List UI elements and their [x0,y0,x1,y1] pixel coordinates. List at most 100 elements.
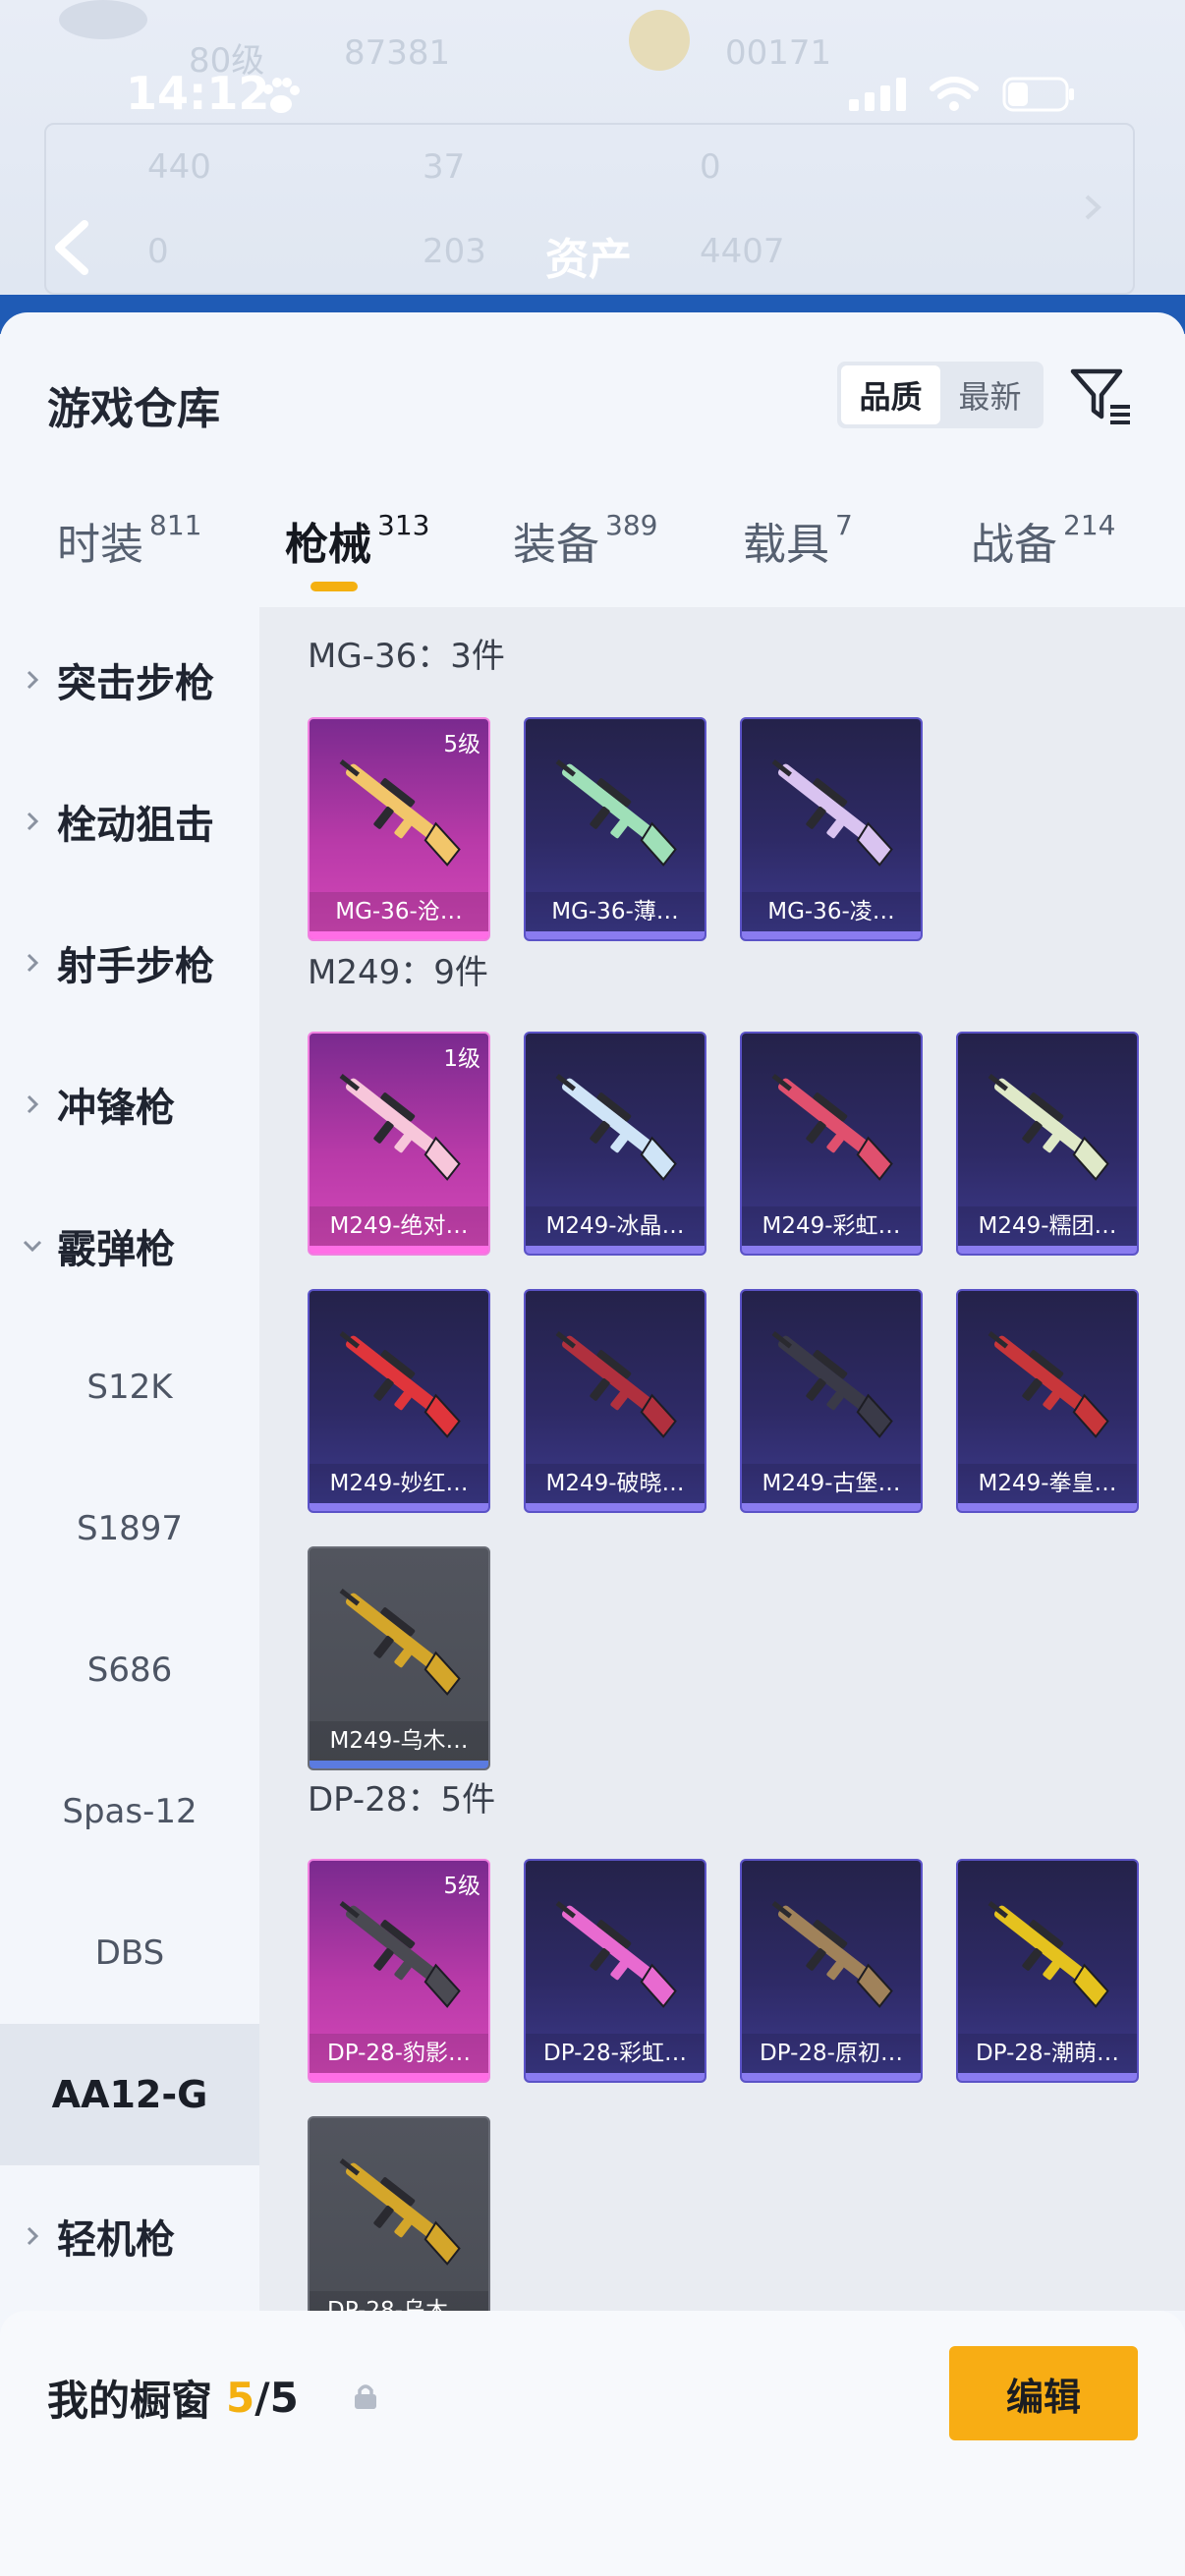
background-avatar [59,0,147,39]
sidebar-item-marksman-rifle[interactable]: 射手步枪 [0,892,259,1034]
rarity-bar [310,1503,488,1511]
weapon-card[interactable]: DP-28-彩虹… [524,1859,706,2083]
background-stat-5: 203 [423,232,486,271]
sidebar-item-label: 冲锋枪 [57,1086,175,1131]
background-score: 87381 [344,33,451,73]
wifi-icon [930,77,979,116]
tab-label: 装备 [513,520,599,570]
tab-count: 389 [605,509,658,541]
weapon-grid: MG-36：3件 M249：9件 DP-28：5件 5级 MG-36-沧… MG-3… [259,607,1185,2311]
tab-supplies[interactable]: 战备 214 [971,509,1115,572]
rarity-bar [958,2073,1137,2081]
sidebar-item-shotgun[interactable]: 霰弹枪 [0,1175,259,1316]
weapon-card[interactable]: M249-糯团… [956,1032,1139,1256]
sort-toggle: 品质 最新 [837,362,1044,428]
sort-newest-button[interactable]: 最新 [940,365,1040,424]
weapon-icon [339,1901,461,2008]
rarity-bar [526,1246,705,1254]
weapon-card[interactable]: MG-36-凌… [740,717,923,941]
edit-button[interactable]: 编辑 [949,2346,1138,2440]
weapon-name: M249-古堡… [742,1464,921,1503]
weapon-name: DP-28-潮萌… [958,2034,1137,2073]
chevron-right-icon [27,670,39,690]
weapon-name: DP-28-彩虹… [526,2034,705,2073]
rarity-bar [310,931,488,939]
category-tabs: 时装 811 枪械 313 装备 389 载具 7 战备 214 [0,509,1185,597]
weapon-card[interactable]: M249-冰晶… [524,1032,706,1256]
sidebar-item-smg[interactable]: 冲锋枪 [0,1034,259,1175]
weapon-icon [555,1331,677,1438]
back-chevron-icon[interactable] [49,218,94,277]
weapon-level-badge: 1级 [443,1046,480,1072]
weapon-icon [555,1074,677,1181]
weapon-card[interactable]: M249-古堡… [740,1289,923,1513]
sidebar-item-label: 霰弹枪 [57,1227,175,1272]
weapon-type-sidebar: 突击步枪 栓动狙击 射手步枪 冲锋枪 霰弹枪 S12K S1897 S686 S… [0,607,259,2311]
showcase-current-count: 5 [226,2374,255,2422]
weapon-icon [771,1901,893,2008]
weapon-card[interactable]: 5级 DP-28-豹影… [308,1859,490,2083]
status-icons [849,77,1077,116]
tab-label: 枪械 [285,520,371,570]
rarity-bar [310,1246,488,1254]
weapon-card[interactable]: DP-28-潮萌… [956,1859,1139,2083]
weapon-card[interactable]: M249-彩虹… [740,1032,923,1256]
weapon-card[interactable]: DP-28-乌木… [308,2116,490,2311]
rarity-bar [742,1503,921,1511]
chevron-right-icon [27,812,39,831]
app-root: 80级 87381 00171 440 37 0 0 203 4407 14:1… [0,0,1185,2576]
sidebar-subitem-s686[interactable]: S686 [0,1599,259,1741]
tab-label: 载具 [743,520,829,570]
filter-icon[interactable] [1069,364,1134,428]
weapon-name: M249-拳皇… [958,1464,1137,1503]
sidebar-subitem-s12k[interactable]: S12K [0,1316,259,1458]
weapon-icon [339,1589,461,1696]
sidebar-item-lmg[interactable]: 轻机枪 [0,2165,259,2307]
tab-label: 时装 [57,520,143,570]
rarity-bar [310,1761,488,1768]
weapon-icon [339,1331,461,1438]
sidebar-subitem-s1897[interactable]: S1897 [0,1458,259,1599]
showcase-label: 我的橱窗 [47,2377,213,2425]
weapon-card[interactable]: M249-妙红… [308,1289,490,1513]
sidebar-subitem-dbs[interactable]: DBS [0,1882,259,2024]
weapon-card[interactable]: M249-破晓… [524,1289,706,1513]
weapon-icon [771,1331,893,1438]
weapon-card[interactable]: M249-拳皇… [956,1289,1139,1513]
weapon-card[interactable]: 1级 M249-绝对… [308,1032,490,1256]
weapon-card[interactable]: DP-28-原初… [740,1859,923,2083]
chevron-right-icon [27,953,39,973]
sidebar-item-label: 栓动狙击 [57,803,214,848]
weapon-level-badge: 5级 [443,1874,480,1899]
tab-firearms[interactable]: 枪械 313 [285,509,429,572]
weapon-icon [988,1074,1109,1181]
tab-count: 313 [377,509,430,541]
weapon-icon [771,1074,893,1181]
rarity-bar [742,2073,921,2081]
weapon-icon [555,1901,677,2008]
background-stat-2: 37 [423,147,466,187]
sidebar-subitem-spas-12[interactable]: Spas-12 [0,1741,259,1882]
weapon-card[interactable]: M249-乌木… [308,1546,490,1770]
rarity-bar [526,2073,705,2081]
tab-count: 811 [149,509,202,541]
tab-count: 7 [835,509,853,541]
background-id: 00171 [725,33,832,73]
sort-quality-button[interactable]: 品质 [841,365,940,424]
sidebar-item-bolt-sniper[interactable]: 栓动狙击 [0,751,259,892]
weapon-name: DP-28-乌木… [310,2291,488,2311]
weapon-card[interactable]: MG-36-薄… [524,717,706,941]
weapon-name: MG-36-凌… [742,892,921,931]
sidebar-subitem-aa12-g[interactable]: AA12-G [0,2024,259,2165]
weapon-card[interactable]: 5级 MG-36-沧… [308,717,490,941]
weapon-level-badge: 5级 [443,732,480,757]
tab-fashion[interactable]: 时装 811 [57,509,201,572]
sidebar-item-assault-rifle[interactable]: 突击步枪 [0,609,259,751]
rarity-bar [742,1246,921,1254]
background-stat-4: 0 [147,232,169,271]
tab-equipment[interactable]: 装备 389 [513,509,657,572]
lock-icon [352,2381,379,2411]
rarity-bar [310,2073,488,2081]
tab-vehicles[interactable]: 载具 7 [743,509,853,572]
chevron-right-icon [27,1094,39,1114]
